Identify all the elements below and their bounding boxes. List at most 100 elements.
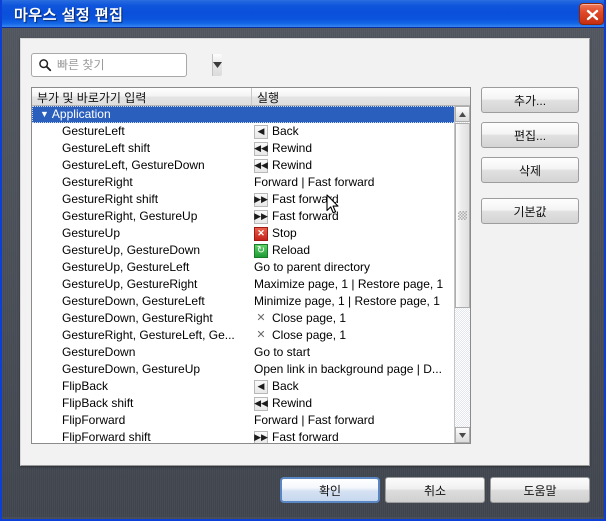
row-input-label: GestureDown, GestureUp xyxy=(62,362,201,376)
row-input-cell: GestureLeft, GestureDown xyxy=(32,157,254,174)
quick-find-box[interactable] xyxy=(31,53,222,77)
scrollbar-thumb[interactable] xyxy=(455,123,470,308)
shortcut-list[interactable]: 부가 및 바로가기 입력 실행 ▼ Application GestureLeft ◀… xyxy=(31,87,471,444)
list-row[interactable]: FlipBack shift ◀◀ Rewind xyxy=(32,395,470,412)
collapse-triangle-icon[interactable]: ▼ xyxy=(40,106,49,123)
row-input-cell: GestureUp, GestureRight xyxy=(32,276,254,293)
list-header-row: 부가 및 바로가기 입력 실행 xyxy=(32,88,470,106)
add-button[interactable]: 추가... xyxy=(481,87,579,113)
fast-forward-icon: ▶▶ xyxy=(254,192,268,207)
list-row[interactable]: GestureLeft, GestureDown ◀◀ Rewind xyxy=(32,157,470,174)
row-input-cell: FlipForward xyxy=(32,412,254,429)
row-action-label: Back xyxy=(272,124,299,138)
back-arrow-icon: ◀ xyxy=(254,124,268,139)
search-input[interactable] xyxy=(57,58,212,72)
row-action-label: Close page, 1 xyxy=(272,311,347,325)
list-row[interactable]: GestureDown, GestureRight ✕ Close page, 1 xyxy=(32,310,470,327)
row-input-label: GestureUp xyxy=(62,226,121,240)
row-action-cell: ✕ Close page, 1 xyxy=(254,327,454,344)
list-row[interactable]: GestureUp, GestureDown ↻ Reload xyxy=(32,242,470,259)
row-action-label: Reload xyxy=(272,243,311,257)
close-button[interactable] xyxy=(579,3,604,25)
fast-forward-icon: ▶▶ xyxy=(254,430,268,443)
row-action-cell: ▶▶ Fast forward xyxy=(254,191,454,208)
close-icon xyxy=(586,9,599,21)
row-input-label: GestureDown, GestureRight xyxy=(62,311,213,325)
row-action-label: Rewind xyxy=(272,158,313,172)
row-input-label: GestureLeft shift xyxy=(62,141,151,155)
close-small-icon: ✕ xyxy=(256,329,266,341)
stop-icon: ✕ xyxy=(254,226,268,241)
row-action-label: Go to start xyxy=(254,345,311,359)
row-action-cell: Minimize page, 1 | Restore page, 1 xyxy=(254,293,454,310)
row-input-cell: GestureRight xyxy=(32,174,254,191)
list-row[interactable]: GestureDown, GestureUp Open link in backg… xyxy=(32,361,470,378)
row-input-cell: GestureDown, GestureLeft xyxy=(32,293,254,310)
list-row[interactable]: GestureUp, GestureRight Maximize page, 1 … xyxy=(32,276,470,293)
row-action-cell: ▶▶ Fast forward xyxy=(254,208,454,225)
row-input-label: GestureRight, GestureUp xyxy=(62,209,198,223)
row-action-label: Rewind xyxy=(272,141,313,155)
delete-button[interactable]: 삭제 xyxy=(481,157,579,183)
title-bar[interactable]: 마우스 설정 편집 xyxy=(2,0,604,28)
list-row[interactable]: GestureUp, GestureLeft Go to parent direc… xyxy=(32,259,470,276)
column-header-input[interactable]: 부가 및 바로가기 입력 xyxy=(32,88,252,105)
close-small-icon: ✕ xyxy=(256,312,266,324)
list-vertical-scrollbar[interactable] xyxy=(454,106,470,443)
row-input-label: FlipBack xyxy=(62,379,109,393)
window-title: 마우스 설정 편집 xyxy=(14,7,124,24)
row-action-label: Rewind xyxy=(272,396,313,410)
list-row[interactable]: FlipForward shift ▶▶ Fast forward xyxy=(32,429,470,443)
list-row[interactable]: FlipForward Forward | Fast forward xyxy=(32,412,470,429)
row-input-label: GestureDown xyxy=(62,345,136,359)
row-input-label: GestureDown, GestureLeft xyxy=(62,294,205,308)
row-action-label: Open link in background page | D... xyxy=(254,362,442,376)
list-row[interactable]: GestureLeft shift ◀◀ Rewind xyxy=(32,140,470,157)
row-action-cell: Go to parent directory xyxy=(254,259,454,276)
search-dropdown-button[interactable] xyxy=(212,54,222,76)
scrollbar-grip-icon xyxy=(458,211,467,220)
row-action-cell: ◀ Back xyxy=(254,123,454,140)
column-header-action[interactable]: 실행 xyxy=(252,88,470,105)
row-input-cell: GestureDown xyxy=(32,344,254,361)
row-input-cell: GestureLeft xyxy=(32,123,254,140)
row-action-label: Maximize page, 1 | Restore page, 1 xyxy=(254,277,444,291)
row-input-label: Application xyxy=(51,107,111,121)
list-row[interactable]: GestureLeft ◀ Back xyxy=(32,123,470,140)
row-action-cell: Open link in background page | D... xyxy=(254,361,454,378)
row-input-label: GestureLeft, GestureDown xyxy=(62,158,205,172)
list-row[interactable]: GestureDown, GestureLeft Minimize page, 1… xyxy=(32,293,470,310)
scroll-up-button[interactable] xyxy=(455,106,470,122)
default-value-button[interactable]: 기본값 xyxy=(481,198,579,224)
row-input-cell: GestureRight, GestureUp xyxy=(32,208,254,225)
list-row[interactable]: GestureRight, GestureLeft, Ge... ✕ Close p… xyxy=(32,327,470,344)
row-input-cell: FlipBack shift xyxy=(32,395,254,412)
list-group-row[interactable]: ▼ Application xyxy=(32,106,470,123)
row-input-cell: ▼ Application xyxy=(32,106,254,123)
edit-button[interactable]: 편집... xyxy=(481,122,579,148)
row-input-cell: GestureUp, GestureLeft xyxy=(32,259,254,276)
list-row[interactable]: GestureRight Forward | Fast forward xyxy=(32,174,470,191)
row-action-label: Back xyxy=(272,379,299,393)
scroll-down-button[interactable] xyxy=(455,427,470,443)
row-input-cell: GestureUp, GestureDown xyxy=(32,242,254,259)
list-row[interactable]: GestureRight, GestureUp ▶▶ Fast forward xyxy=(32,208,470,225)
row-action-cell: ◀◀ Rewind xyxy=(254,157,454,174)
row-input-label: FlipForward xyxy=(62,413,126,427)
ok-button[interactable]: 확인 xyxy=(280,477,380,503)
list-row[interactable]: GestureRight shift ▶▶ Fast forward xyxy=(32,191,470,208)
chevron-down-icon xyxy=(213,62,222,68)
row-action-cell: Forward | Fast forward xyxy=(254,174,454,191)
help-button[interactable]: 도움말 xyxy=(490,477,590,503)
list-row[interactable]: GestureDown Go to start xyxy=(32,344,470,361)
caret-down-icon xyxy=(459,432,466,438)
row-input-label: GestureUp, GestureRight xyxy=(62,277,198,291)
list-row[interactable]: GestureUp ✕ Stop xyxy=(32,225,470,242)
row-action-cell: ◀◀ Rewind xyxy=(254,140,454,157)
row-input-label: GestureUp, GestureDown xyxy=(62,243,201,257)
list-row[interactable]: FlipBack ◀ Back xyxy=(32,378,470,395)
row-action-cell: ✕ Stop xyxy=(254,225,454,242)
row-action-label: Forward | Fast forward xyxy=(254,175,375,189)
row-action-label: Fast forward xyxy=(272,192,339,206)
cancel-button[interactable]: 취소 xyxy=(385,477,485,503)
